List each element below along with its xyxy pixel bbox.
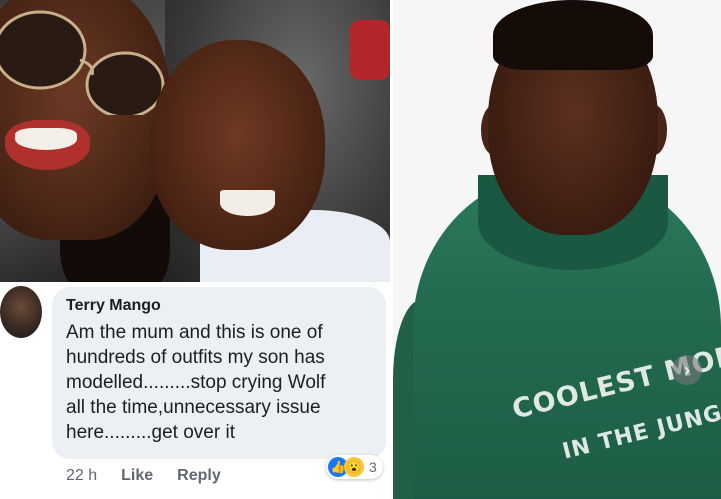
- comment-actions: 22 h Like Reply: [66, 467, 221, 485]
- boy-face: [150, 40, 325, 250]
- like-link[interactable]: Like: [121, 467, 153, 485]
- hoodie-photo: COOLEST MONK IN THE JUNGLE: [393, 0, 721, 499]
- comment-text: Am the mum and this is one of hundreds o…: [66, 322, 326, 443]
- reaction-summary[interactable]: 👍 😮 3: [326, 455, 383, 479]
- selfie-photo: [0, 0, 390, 282]
- commenter-avatar[interactable]: [0, 286, 42, 338]
- commenter-name[interactable]: Terry Mango: [66, 297, 161, 315]
- sunglasses-icon: [0, 10, 165, 115]
- comment-timestamp[interactable]: 22 h: [66, 467, 97, 485]
- boy-smile: [220, 190, 275, 216]
- reaction-count: 3: [369, 459, 377, 475]
- wow-reaction-icon: 😮: [344, 457, 364, 477]
- mother-smile: [15, 128, 77, 150]
- reply-link[interactable]: Reply: [177, 467, 221, 485]
- chevron-right-icon[interactable]: ›: [672, 355, 702, 385]
- car-seat-strap: [350, 20, 390, 80]
- child-hair: [493, 0, 653, 70]
